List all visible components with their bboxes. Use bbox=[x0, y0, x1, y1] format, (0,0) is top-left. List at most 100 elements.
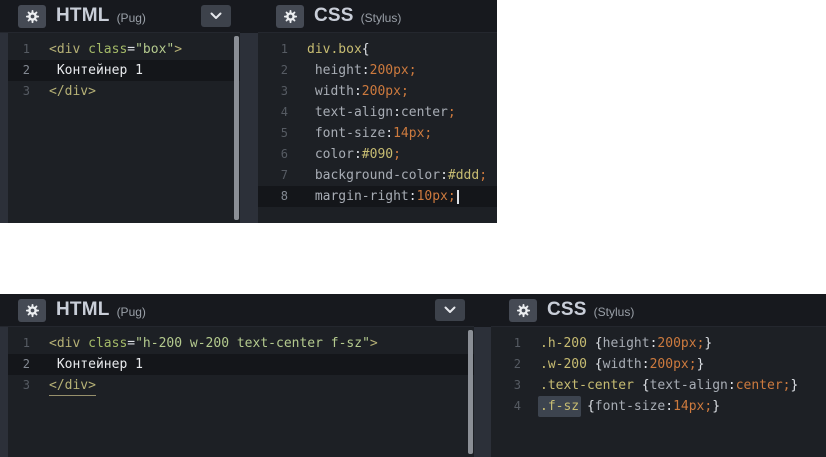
code-token: } bbox=[790, 378, 799, 393]
code-token: #ddd bbox=[447, 168, 480, 183]
code-token: : bbox=[353, 147, 362, 162]
code-token: { bbox=[586, 357, 603, 372]
code-token: 200px bbox=[369, 63, 409, 78]
editor-left-gutter bbox=[0, 33, 8, 223]
code-token: .text-center bbox=[540, 378, 634, 393]
line-number: 4 bbox=[280, 105, 288, 119]
chevron-down-icon bbox=[210, 12, 222, 19]
code-token: font-size bbox=[307, 126, 386, 141]
code-token: class bbox=[88, 336, 128, 351]
code-line[interactable]: 6 color: #090; bbox=[258, 144, 497, 165]
code-line[interactable]: 3 </div> bbox=[0, 375, 474, 396]
code-area[interactable]: 1 .h-200 {height:200px;} 2 .w-200 {width:20… bbox=[491, 327, 826, 457]
code-line[interactable]: 4 .f-sz {font-size:14px;} bbox=[491, 396, 826, 417]
code-line[interactable]: 2 .w-200 {width:200px;} bbox=[491, 354, 826, 375]
editor-row-bottom: HTML (Pug) 1 <div class = "h-200 w-200 text… bbox=[0, 294, 826, 457]
editor-title: CSS bbox=[314, 5, 354, 26]
code-line[interactable]: 2 Контейнер 1 bbox=[0, 354, 474, 375]
code-token: 200px bbox=[649, 357, 689, 372]
code-token: height bbox=[602, 336, 650, 351]
code-token: } bbox=[704, 336, 713, 351]
code-token: ; bbox=[447, 189, 456, 204]
css-editor-panel-top: CSS (Stylus) 1 div.box{2 height:200px; 3 w… bbox=[258, 0, 497, 223]
code-area[interactable]: 1 <div class = "h-200 w-200 text-center f-s… bbox=[0, 327, 474, 457]
editor-syntax-label: (Stylus) bbox=[360, 10, 402, 25]
editor-syntax-label: (Stylus) bbox=[593, 304, 635, 319]
panel-resizer[interactable] bbox=[240, 0, 258, 223]
editor-settings-button[interactable] bbox=[18, 4, 46, 28]
code-line[interactable]: 8 margin-right:10px; bbox=[258, 186, 497, 207]
html-editor-panel-top: HTML (Pug) 1 <div class = "box" >2 Контейнер… bbox=[0, 0, 240, 223]
code-token: margin-right bbox=[307, 189, 409, 204]
code-area[interactable]: 1 <div class = "box" >2 Контейнер 1 3 </div> bbox=[0, 33, 240, 223]
line-number: 1 bbox=[280, 42, 288, 56]
code-line[interactable]: 7 background-color: #ddd; bbox=[258, 165, 497, 186]
code-token: : bbox=[641, 357, 650, 372]
code-line[interactable]: 4 text-align: center; bbox=[258, 102, 497, 123]
code-line[interactable]: 2 Контейнер 1 bbox=[0, 60, 240, 81]
code-line[interactable]: 3 </div> bbox=[0, 81, 240, 102]
code-token: text-align bbox=[307, 105, 394, 120]
editor-title: HTML bbox=[56, 5, 110, 26]
line-number: 4 bbox=[513, 399, 521, 413]
code-token: ; bbox=[704, 399, 713, 414]
code-line[interactable]: 3 width:200px; bbox=[258, 81, 497, 102]
code-token: text-align bbox=[649, 378, 728, 393]
code-token: "box" bbox=[135, 42, 175, 57]
code-token: </div> bbox=[49, 375, 96, 396]
code-token: : bbox=[361, 63, 370, 78]
editor-settings-button[interactable] bbox=[509, 298, 537, 322]
code-token: > bbox=[369, 336, 378, 351]
code-token: { bbox=[633, 378, 650, 393]
editor-header: CSS (Stylus) bbox=[491, 294, 826, 327]
code-token: ; bbox=[400, 84, 409, 99]
code-token: .w-200 bbox=[540, 357, 587, 372]
code-line[interactable]: 1 .h-200 {height:200px;} bbox=[491, 333, 826, 354]
editor-left-gutter bbox=[0, 327, 8, 457]
vertical-scrollbar[interactable] bbox=[468, 330, 473, 454]
code-token: = bbox=[127, 336, 136, 351]
line-number: 1 bbox=[513, 336, 521, 350]
gear-icon bbox=[283, 9, 297, 23]
vertical-scrollbar[interactable] bbox=[234, 36, 239, 220]
gear-icon bbox=[25, 9, 39, 23]
editor-header: HTML (Pug) bbox=[0, 294, 474, 327]
code-area[interactable]: 1 div.box{2 height:200px; 3 width:200px; 4 … bbox=[258, 33, 497, 223]
gear-icon bbox=[25, 303, 39, 317]
code-line[interactable]: 2 height:200px; bbox=[258, 60, 497, 81]
code-token: 14px bbox=[673, 399, 705, 414]
code-token: .f-sz bbox=[538, 396, 582, 417]
editor-collapse-button[interactable] bbox=[201, 5, 231, 27]
code-token: "h-200 w-200 text-center f-sz" bbox=[135, 336, 370, 351]
code-token: div.box bbox=[307, 42, 362, 57]
code-token: ; bbox=[424, 126, 433, 141]
line-number: 2 bbox=[280, 63, 288, 77]
code-token: 10px bbox=[416, 189, 448, 204]
line-number: 5 bbox=[280, 126, 288, 140]
gear-icon bbox=[516, 303, 530, 317]
code-line[interactable]: 1 div.box{ bbox=[258, 39, 497, 60]
code-token: 14px bbox=[393, 126, 425, 141]
code-line[interactable]: 3 .text-center {text-align: center;} bbox=[491, 375, 826, 396]
code-token: </div> bbox=[49, 84, 96, 99]
code-token: background-color bbox=[307, 168, 441, 183]
code-token: center bbox=[400, 105, 448, 120]
code-token: ; bbox=[408, 63, 417, 78]
code-token: : bbox=[385, 126, 394, 141]
chevron-down-icon bbox=[444, 306, 456, 313]
editor-settings-button[interactable] bbox=[18, 298, 46, 322]
panel-resizer[interactable] bbox=[474, 294, 491, 457]
editor-title: HTML bbox=[56, 299, 110, 320]
editor-collapse-button[interactable] bbox=[435, 299, 465, 321]
code-token: 200px bbox=[657, 336, 697, 351]
code-token: width bbox=[307, 84, 354, 99]
code-token: width bbox=[602, 357, 642, 372]
code-line[interactable]: 5 font-size:14px; bbox=[258, 123, 497, 144]
code-line[interactable]: 1 <div class = "h-200 w-200 text-center f-s… bbox=[0, 333, 474, 354]
code-token: { bbox=[579, 399, 595, 414]
code-line[interactable]: 1 <div class = "box" > bbox=[0, 39, 240, 60]
line-number: 6 bbox=[280, 147, 288, 161]
editor-settings-button[interactable] bbox=[276, 4, 304, 28]
code-token: ; bbox=[696, 336, 705, 351]
code-token: color bbox=[307, 147, 354, 162]
